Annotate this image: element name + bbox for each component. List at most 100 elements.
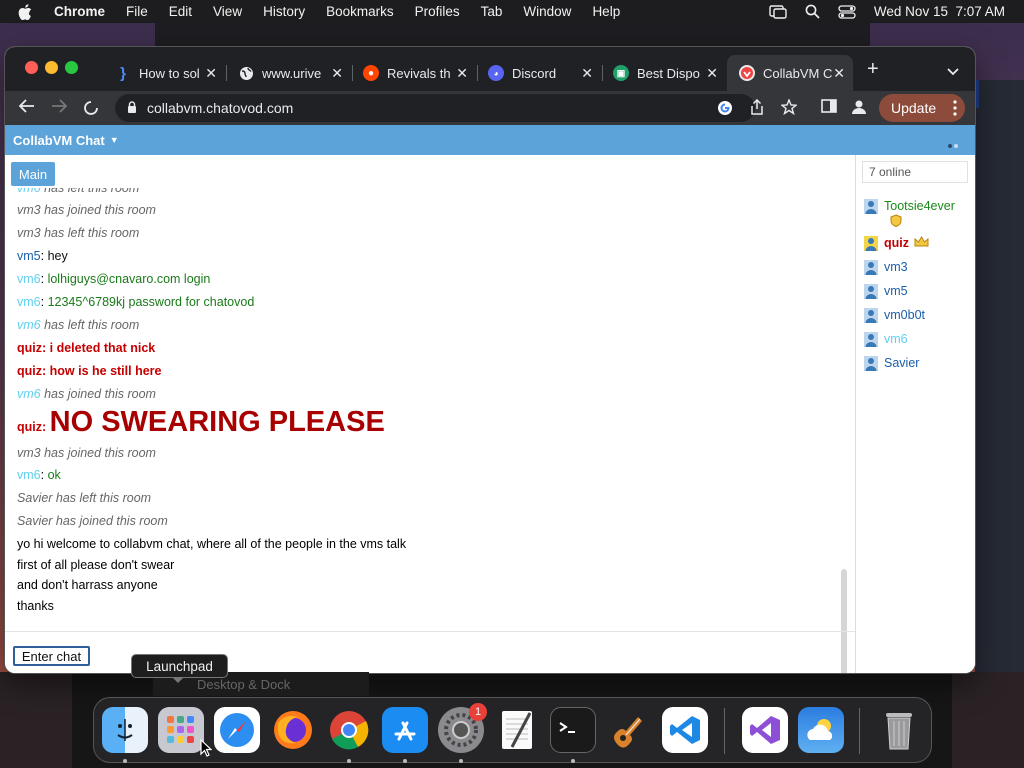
user-item-vm5[interactable]: vm5 [864, 284, 908, 299]
url-text: collabvm.chatovod.com [147, 100, 294, 116]
nick[interactable]: vm5 [17, 249, 41, 263]
nick[interactable]: quiz [17, 364, 42, 378]
menu-app-name[interactable]: Chrome [54, 4, 105, 19]
chat-message: vm6: 12345^6789kj password for chatovod [17, 295, 255, 309]
user-item-quiz[interactable]: quiz [864, 236, 929, 251]
system-message: vm3 has joined this room [17, 203, 156, 217]
menu-profiles[interactable]: Profiles [415, 4, 460, 19]
terminal-icon[interactable] [550, 707, 596, 753]
trash-icon[interactable] [876, 707, 922, 753]
menu-datetime[interactable]: Wed Nov 15 7:07 AM [874, 4, 1005, 19]
close-tab-icon[interactable]: ✕ [205, 65, 217, 82]
caret-down-icon[interactable]: ▼ [110, 135, 119, 145]
user-item-vm0b0t[interactable]: vm0b0t [864, 308, 925, 323]
app-store-icon[interactable] [382, 707, 428, 753]
apple-icon[interactable] [18, 3, 36, 20]
tab-best-dispo[interactable]: ▣ Best Dispo ✕ [601, 55, 726, 91]
close-tab-icon[interactable]: ✕ [456, 65, 468, 82]
chat-title[interactable]: CollabVM Chat [13, 133, 105, 148]
bracket-icon: } [120, 64, 126, 82]
nick[interactable]: vm6 [17, 272, 41, 286]
garageband-icon[interactable] [606, 707, 652, 753]
zoom-window-button[interactable] [65, 61, 78, 74]
nick: vm6 [17, 188, 41, 195]
user-item-tootsie4ever[interactable]: Tootsie4ever [864, 199, 955, 230]
control-center-icon[interactable] [838, 4, 856, 19]
user-item-savier[interactable]: Savier [864, 356, 919, 371]
search-icon[interactable] [805, 4, 820, 19]
close-tab-icon[interactable]: ✕ [833, 65, 845, 82]
address-bar[interactable]: collabvm.chatovod.com [115, 94, 755, 122]
close-tab-icon[interactable]: ✕ [581, 65, 593, 82]
nick[interactable]: vm6 [17, 318, 41, 332]
vscode-icon[interactable] [662, 707, 708, 753]
lock-icon[interactable] [127, 100, 137, 116]
menu-history[interactable]: History [263, 4, 305, 19]
system-text: has left this room [44, 188, 140, 195]
user-icon [864, 284, 878, 299]
minimize-window-button[interactable] [45, 61, 58, 74]
tab-how-to-solve[interactable]: } How to sol ✕ [103, 55, 225, 91]
nick[interactable]: vm6 [17, 468, 41, 482]
system-text: has joined this room [44, 387, 156, 401]
forward-arrow-icon[interactable] [51, 99, 68, 118]
desktop-window-behind-right [975, 80, 1024, 700]
close-window-button[interactable] [25, 61, 38, 74]
menu-tab[interactable]: Tab [481, 4, 503, 19]
update-button[interactable]: Update [879, 94, 965, 122]
nick[interactable]: vm6 [17, 295, 41, 309]
chevron-down-icon[interactable] [947, 63, 959, 81]
google-icon[interactable] [717, 100, 733, 121]
browser-toolbar: collabvm.chatovod.com Update [5, 91, 975, 125]
enter-chat-button[interactable]: Enter chat [13, 646, 90, 666]
user-name: vm6 [884, 332, 908, 346]
visual-studio-icon[interactable] [742, 707, 788, 753]
nick[interactable]: quiz [17, 420, 42, 434]
safari-icon[interactable] [214, 707, 260, 753]
running-indicator [459, 759, 463, 763]
menu-window[interactable]: Window [523, 4, 571, 19]
resize-dots-icon[interactable] [947, 137, 959, 148]
chat-page: CollabVM Chat ▼ Main vm6 has left this r… [5, 125, 975, 673]
crown-icon [914, 236, 929, 250]
bookmark-star-icon[interactable] [780, 98, 798, 120]
desktop-blue-panel [975, 80, 979, 108]
kebab-menu-icon[interactable] [953, 100, 957, 119]
system-text: has left this room [44, 318, 140, 332]
user-item-vm3[interactable]: vm3 [864, 260, 908, 275]
nick[interactable]: vm6 [17, 387, 41, 401]
tab-urive[interactable]: www.urive ✕ [226, 55, 351, 91]
running-indicator [347, 759, 351, 763]
close-tab-icon[interactable]: ✕ [706, 65, 718, 82]
chat-message: vm5: hey [17, 249, 68, 263]
screen-mirroring-icon[interactable] [769, 4, 787, 19]
side-panel-icon[interactable] [821, 99, 837, 118]
launchpad-icon[interactable] [158, 707, 204, 753]
chat-message: vm6: ok [17, 468, 61, 482]
user-icon [864, 260, 878, 275]
tab-collabvm[interactable]: CollabVM C ✕ [727, 55, 853, 91]
textedit-icon[interactable] [494, 707, 540, 753]
profile-avatar-icon[interactable] [851, 99, 867, 120]
menu-view[interactable]: View [213, 4, 242, 19]
menu-file[interactable]: File [126, 4, 148, 19]
loading-spinner-icon[interactable] [83, 100, 99, 121]
user-item-vm6[interactable]: vm6 [864, 332, 908, 347]
share-icon[interactable] [750, 98, 764, 120]
menu-bookmarks[interactable]: Bookmarks [326, 4, 394, 19]
chrome-icon[interactable] [326, 707, 372, 753]
menu-edit[interactable]: Edit [169, 4, 192, 19]
firefox-icon[interactable] [270, 707, 316, 753]
tab-discord[interactable]: ◕ Discord ✕ [476, 55, 601, 91]
menu-help[interactable]: Help [592, 4, 620, 19]
tab-revivals[interactable]: ● Revivals th ✕ [351, 55, 476, 91]
message-text: ok [47, 468, 61, 482]
user-name: Savier [884, 356, 920, 370]
nick[interactable]: quiz [17, 341, 42, 355]
dock [93, 697, 932, 763]
finder-icon[interactable] [102, 707, 148, 753]
weather-icon[interactable] [798, 707, 844, 753]
new-tab-icon[interactable]: + [867, 59, 879, 79]
back-arrow-icon[interactable] [18, 99, 35, 118]
close-tab-icon[interactable]: ✕ [331, 65, 343, 82]
